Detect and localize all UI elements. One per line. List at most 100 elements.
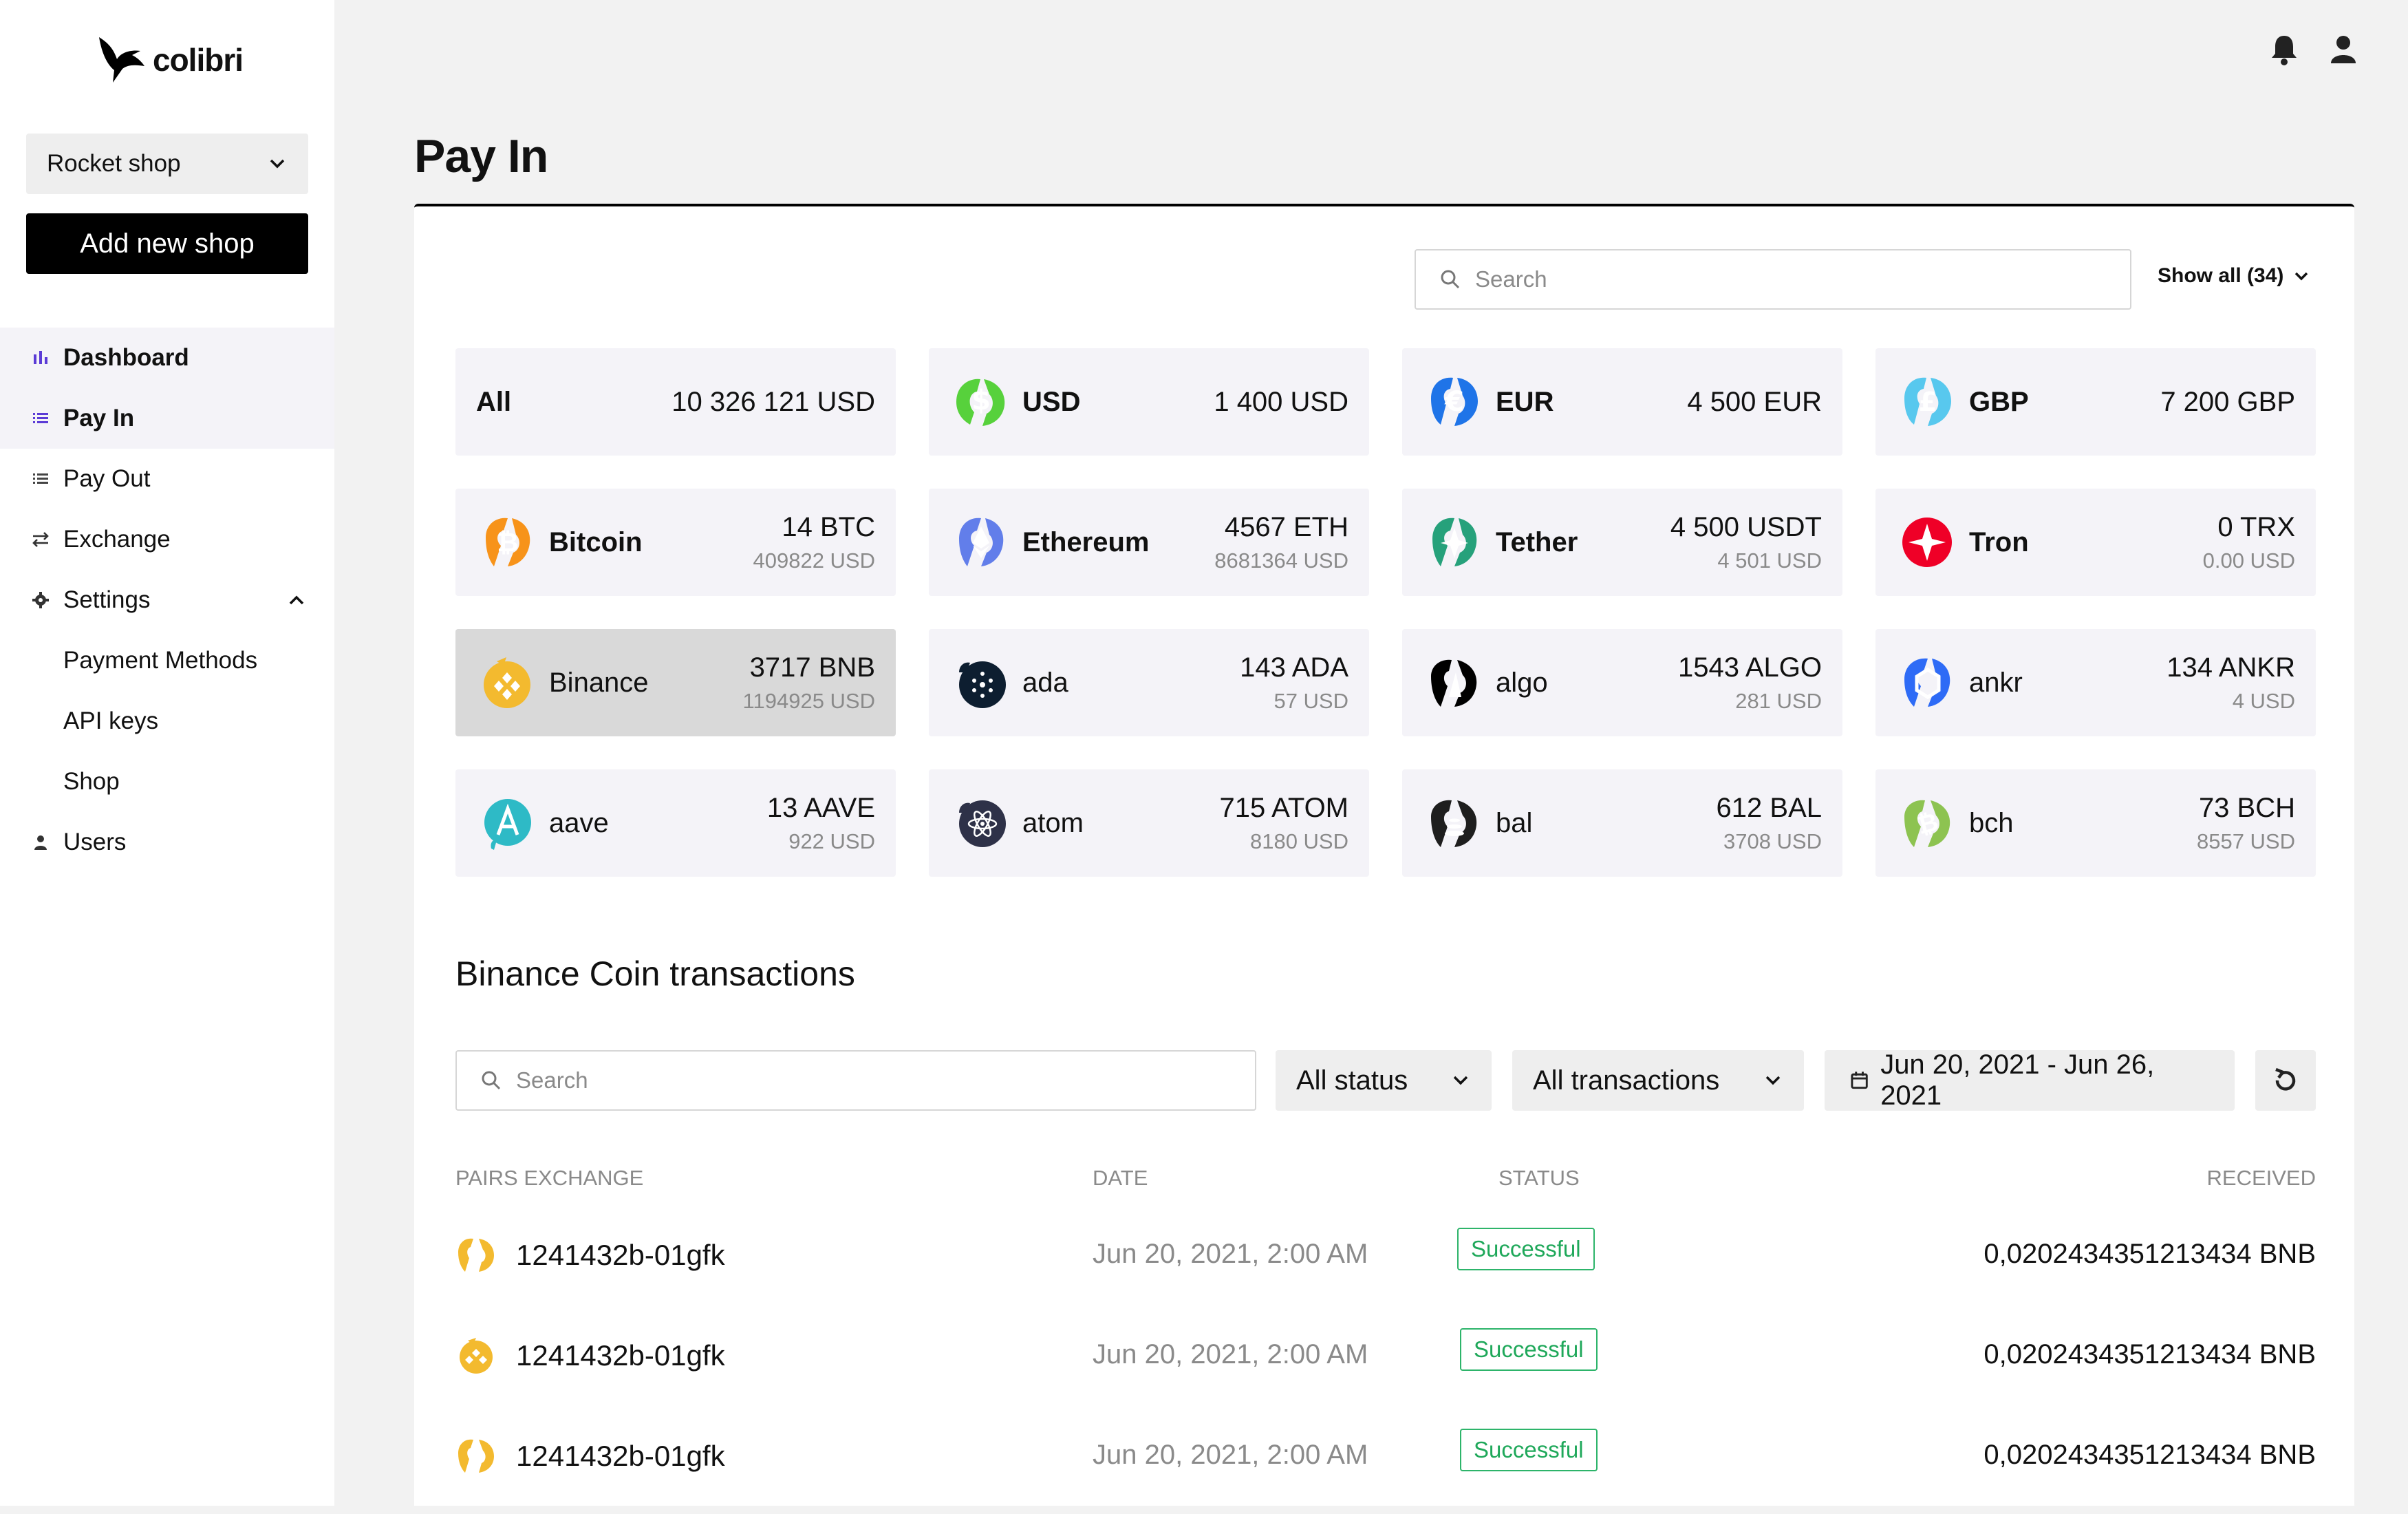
eur-icon: €	[1421, 370, 1486, 434]
balance-tile-tron[interactable]: Tron 0 TRX 0.00 USD	[1875, 489, 2316, 596]
logo[interactable]: colibri	[96, 34, 244, 85]
reset-filters-button[interactable]	[2255, 1050, 2316, 1111]
hummingbird-icon	[99, 37, 144, 83]
tile-name: bch	[1969, 807, 2014, 838]
sidebar-item-label: Pay Out	[63, 465, 151, 492]
balance-tile-ethereum[interactable]: Ethereum 4567 ETH 8681364 USD	[929, 489, 1369, 596]
tile-name: Ethereum	[1022, 526, 1150, 557]
sidebar-item-exchange[interactable]: Exchange	[0, 509, 334, 570]
pair-id: 1241432b-01gfk	[516, 1440, 725, 1472]
sidebar-item-settings[interactable]: Settings	[0, 570, 334, 630]
tile-name: Binance	[549, 667, 649, 698]
transactions-search-input[interactable]: Search	[455, 1050, 1256, 1111]
sidebar-item-label: Pay In	[63, 405, 135, 431]
binance-icon	[458, 1439, 494, 1473]
bar-chart-icon	[30, 348, 51, 368]
sidebar-item-payment-methods[interactable]: Payment Methods	[0, 630, 334, 691]
sidebar-item-dashboard[interactable]: Dashboard	[0, 328, 334, 388]
tile-value: 4 500 USDT	[1670, 511, 1822, 542]
sidebar-item-label: Settings	[63, 586, 151, 613]
bell-icon[interactable]	[2265, 30, 2303, 69]
balance-tile-atom[interactable]: atom 715 ATOM 8180 USD	[929, 769, 1369, 877]
sidebar-item-pay-out[interactable]: Pay Out	[0, 449, 334, 509]
tile-value: 143 ADA	[1240, 652, 1348, 683]
svg-text:£: £	[1919, 387, 1937, 417]
list-icon	[30, 408, 51, 429]
tile-name: GBP	[1969, 386, 2029, 417]
tile-value: 4567 ETH	[1224, 511, 1348, 542]
svg-text:₿: ₿	[497, 527, 519, 557]
received-amount: 0,0202434351213434 BNB	[1984, 1339, 2316, 1369]
balance-tile-binance[interactable]: Binance 3717 BNB 1194925 USD	[455, 629, 896, 736]
status-badge: Successful	[1460, 1429, 1598, 1471]
balance-tile-tether[interactable]: Tether 4 500 USDT 4 501 USD	[1402, 489, 1842, 596]
tile-value: 13 AAVE	[766, 792, 875, 823]
search-icon	[482, 1071, 501, 1090]
transaction-type-dropdown[interactable]: All transactions	[1512, 1050, 1804, 1111]
transactions-title: Binance Coin transactions	[455, 955, 855, 993]
balance-search-input[interactable]: Search	[1415, 249, 2131, 310]
refresh-icon	[2275, 1067, 2296, 1091]
sidebar-item-shop[interactable]: Shop	[0, 751, 334, 812]
status-badge: Successful	[1457, 1228, 1595, 1270]
tron-icon	[1895, 510, 1959, 575]
shop-select[interactable]: Rocket shop	[26, 134, 308, 194]
balance-tile-usd[interactable]: $ USD 1 400 USD	[929, 348, 1369, 456]
tile-name: Tether	[1496, 526, 1578, 557]
sidebar-item-label: Shop	[63, 768, 120, 795]
show-all-dropdown[interactable]: Show all (34)	[2158, 264, 2311, 288]
usd-icon: $	[948, 370, 1013, 434]
add-new-shop-button[interactable]: Add new shop	[26, 213, 308, 274]
bal-icon	[1421, 791, 1486, 855]
sidebar-item-label: Payment Methods	[63, 647, 258, 674]
tile-name: USD	[1022, 386, 1081, 417]
calendar-icon	[1851, 1071, 1868, 1089]
tile-usd-value: 4 USD	[2232, 688, 2295, 713]
sidebar-item-pay-in[interactable]: Pay In	[0, 388, 334, 449]
pair-id: 1241432b-01gfk	[516, 1339, 725, 1372]
balance-tile-eur[interactable]: € EUR 4 500 EUR	[1402, 348, 1842, 456]
column-header-pairs[interactable]: PAIRS EXCHANGE	[455, 1166, 643, 1191]
tile-name: ankr	[1969, 667, 2023, 698]
balance-tile-bitcoin[interactable]: ₿ Bitcoin 14 BTC 409822 USD	[455, 489, 896, 596]
chevron-down-icon	[270, 159, 285, 169]
account-icon[interactable]	[2324, 30, 2363, 69]
balance-tile-bch[interactable]: ₿ bch 73 BCH 8557 USD	[1875, 769, 2316, 877]
column-header-received[interactable]: RECEIVED	[2207, 1166, 2316, 1191]
tile-name: atom	[1022, 807, 1084, 838]
balance-tile-algo[interactable]: algo 1543 ALGO 281 USD	[1402, 629, 1842, 736]
status-filter-dropdown[interactable]: All status	[1276, 1050, 1492, 1111]
received-amount: 0,0202434351213434 BNB	[1984, 1440, 2316, 1470]
tile-name: EUR	[1496, 386, 1554, 417]
balance-tile-all[interactable]: All 10 326 121 USD	[455, 348, 896, 456]
list-icon	[30, 469, 51, 489]
column-header-date[interactable]: DATE	[1093, 1166, 1148, 1191]
tether-icon	[1421, 510, 1486, 575]
tile-value: 1543 ALGO	[1677, 652, 1822, 683]
balance-tile-bal[interactable]: bal 612 BAL 3708 USD	[1402, 769, 1842, 877]
date-range-picker[interactable]: Jun 20, 2021 - Jun 26, 2021	[1825, 1049, 2235, 1111]
tile-usd-value: 4 501 USD	[1717, 548, 1822, 573]
show-all-label: Show all (34)	[2158, 264, 2284, 287]
balance-tile-ada[interactable]: ada 143 ADA 57 USD	[929, 629, 1369, 736]
balance-tile-gbp[interactable]: £ GBP 7 200 GBP	[1875, 348, 2316, 456]
table-row[interactable]: 1241432b-01gfk Jun 20, 2021, 2:00 AM Suc…	[455, 1414, 2316, 1514]
sidebar-item-users[interactable]: Users	[0, 812, 334, 873]
sidebar-item-api-keys[interactable]: API keys	[0, 691, 334, 751]
column-header-status[interactable]: STATUS	[1498, 1166, 1580, 1191]
tile-value: 7 200 GBP	[2160, 386, 2295, 417]
balance-tile-ankr[interactable]: ankr 134 ANKR 4 USD	[1875, 629, 2316, 736]
tile-name: algo	[1496, 667, 1548, 698]
sidebar-item-label: Dashboard	[63, 344, 189, 371]
table-row[interactable]: 1241432b-01gfk Jun 20, 2021, 2:00 AM Suc…	[455, 1313, 2316, 1414]
tile-value: 3717 BNB	[749, 652, 875, 683]
aave-icon	[475, 791, 539, 855]
logo-text: colibri	[153, 42, 244, 78]
search-icon	[1441, 270, 1460, 289]
tile-value: 134 ANKR	[2167, 652, 2295, 683]
balance-tile-aave[interactable]: aave 13 AAVE 922 USD	[455, 769, 896, 877]
tile-value: 73 BCH	[2198, 792, 2295, 823]
atom-icon	[948, 791, 1013, 855]
table-row[interactable]: 1241432b-01gfk Jun 20, 2021, 2:00 AM Suc…	[455, 1213, 2316, 1313]
tile-usd-value: 0.00 USD	[2202, 548, 2295, 573]
